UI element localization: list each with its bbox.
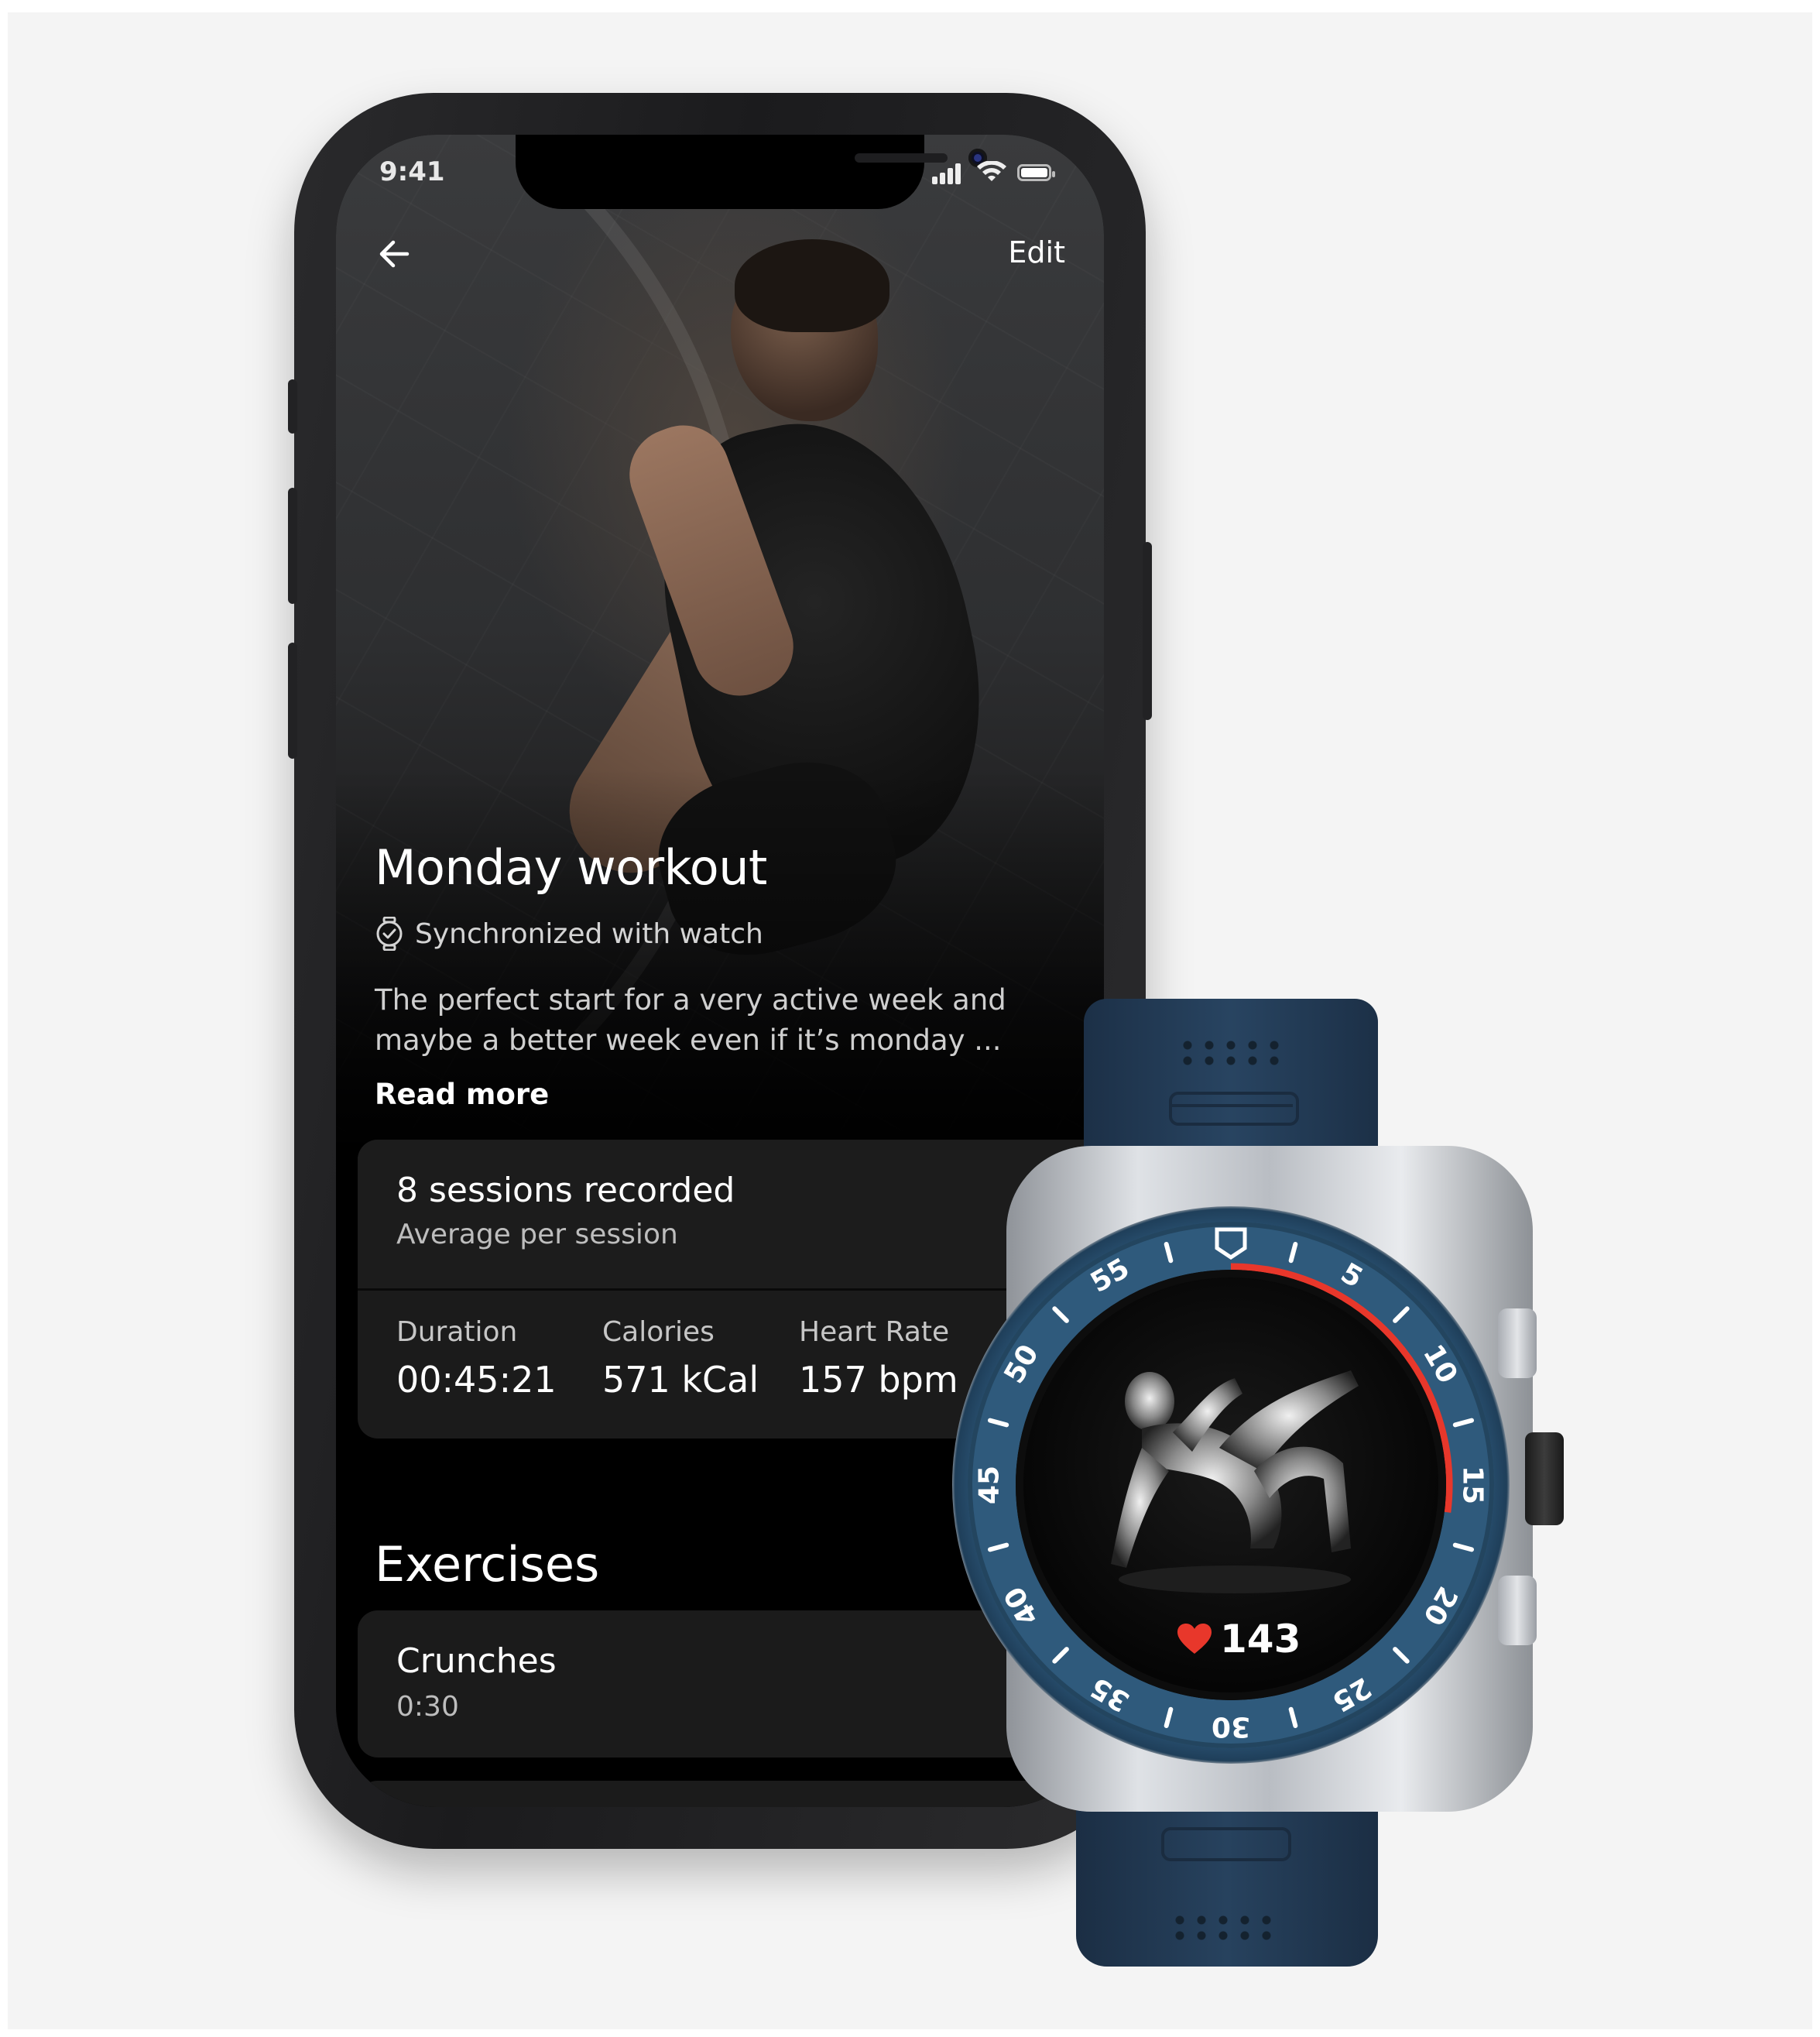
stat-label: Heart Rate: [799, 1316, 950, 1348]
status-icons: [932, 161, 1064, 184]
stat-calories: Calories 571 kCal: [602, 1316, 759, 1401]
edit-button[interactable]: Edit: [1008, 235, 1065, 269]
back-arrow-icon[interactable]: [373, 232, 416, 276]
bezel-number: 45: [974, 1466, 1006, 1504]
stat-heart-rate: Heart Rate 157 bpm: [799, 1316, 958, 1401]
bezel-number: 20: [1417, 1581, 1464, 1631]
watch-sync-icon: [376, 917, 403, 951]
bezel-tick: [1393, 1647, 1410, 1664]
battery-icon: [1017, 164, 1055, 181]
strap-groove: [1161, 1827, 1291, 1861]
heart-icon: [1177, 1624, 1212, 1654]
brand-shield-icon: [1215, 1227, 1247, 1260]
bezel-number: 50: [999, 1339, 1046, 1389]
heart-rate-value: 143: [1220, 1617, 1301, 1661]
stat-label: Duration: [396, 1316, 518, 1348]
stat-duration: Duration 00:45:21: [396, 1316, 557, 1401]
bezel-number: 55: [1085, 1253, 1135, 1300]
smartwatch: 5 10 15 20 25 30 35 40 45 50 55 143: [952, 999, 1572, 1974]
stat-value: 00:45:21: [396, 1359, 557, 1401]
stat-value: 571 kCal: [602, 1359, 759, 1401]
sessions-title: 8 sessions recorded: [396, 1171, 735, 1210]
power-button: [1143, 542, 1152, 720]
sync-status: Synchronized with watch: [375, 917, 763, 951]
strap-groove: [1169, 1076, 1293, 1107]
crown-button[interactable]: [1525, 1432, 1564, 1525]
status-time: 9:41: [379, 156, 445, 187]
bezel-number: 25: [1327, 1671, 1376, 1718]
exercises-heading: Exercises: [375, 1536, 600, 1593]
bezel-tick: [1452, 1418, 1475, 1428]
bezel-tick: [1393, 1306, 1410, 1323]
sessions-subtitle: Average per session: [396, 1219, 678, 1250]
bezel-tick: [1452, 1542, 1475, 1552]
bezel-tick: [1052, 1306, 1069, 1323]
bezel-number: 30: [1212, 1711, 1250, 1743]
bezel-number: 5: [1335, 1257, 1368, 1295]
notch: [516, 135, 987, 209]
bezel-tick: [1052, 1647, 1069, 1664]
strap-perforation: [1177, 1037, 1285, 1068]
exercise-name: Crunches: [396, 1641, 557, 1681]
exercise-figure-icon: [1111, 1370, 1359, 1593]
volume-down-button: [288, 643, 297, 759]
bezel-tick: [1164, 1241, 1174, 1264]
stat-label: Calories: [602, 1316, 715, 1348]
volume-up-button: [288, 488, 297, 604]
bezel-number: 35: [1085, 1671, 1135, 1718]
bezel-tick: [987, 1542, 1009, 1552]
wifi-icon: [977, 161, 1006, 181]
read-more-link[interactable]: Read more: [375, 1078, 549, 1111]
bezel-number: 15: [1457, 1466, 1489, 1504]
exercise-duration: 0:30: [396, 1691, 459, 1723]
sync-label: Synchronized with watch: [415, 917, 763, 950]
bezel-number: 40: [999, 1581, 1046, 1631]
heart-rate-readout: 143: [1177, 1617, 1301, 1661]
bezel-tick: [1288, 1706, 1298, 1729]
bezel-tick: [987, 1418, 1009, 1428]
stat-value: 157 bpm: [799, 1359, 958, 1401]
strap-perforation: [1169, 1912, 1277, 1943]
workout-title: Monday workout: [375, 839, 767, 896]
bezel-tick: [1164, 1706, 1174, 1729]
stage: 9:41 Edit Monday workout Synchronized wi…: [0, 0, 1820, 2037]
bezel-tick: [1288, 1241, 1298, 1264]
mute-switch: [288, 379, 297, 434]
athlete-hair: [735, 239, 889, 332]
